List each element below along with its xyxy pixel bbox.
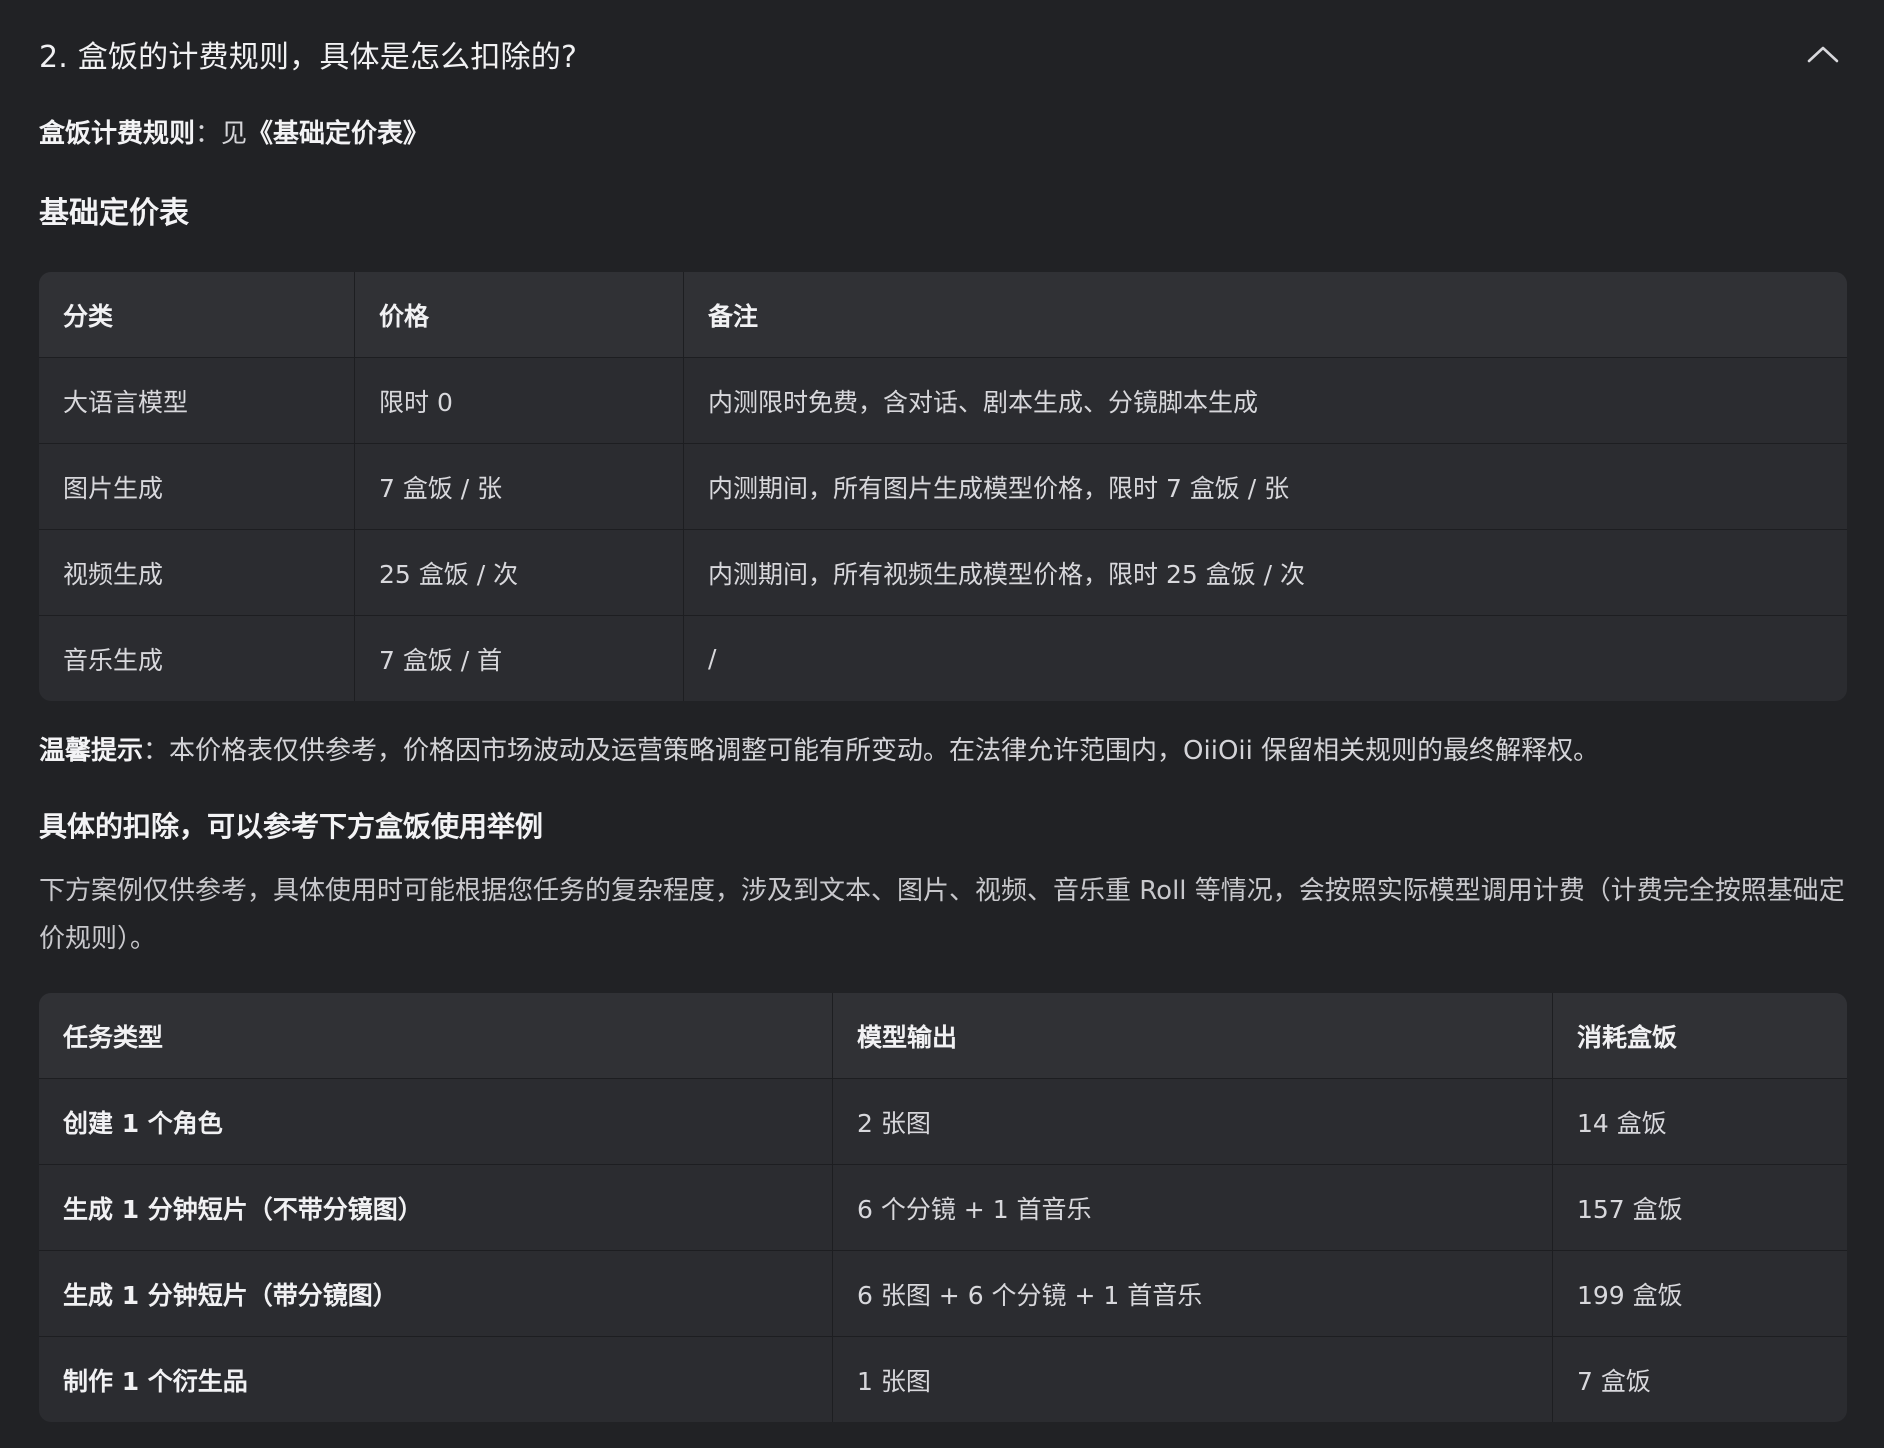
billing-rule-label: 盒饭计费规则 <box>39 119 196 149</box>
pricing-category-cell: 视频生成 <box>39 530 355 616</box>
table-row: 制作 1 个衍生品 1 张图 7 盒饭 <box>39 1337 1847 1422</box>
table-row: 图片生成 7 盒饭 / 张 内测期间，所有图片生成模型价格，限时 7 盒饭 / … <box>39 444 1847 530</box>
faq-header[interactable]: 2. 盒饭的计费规则，具体是怎么扣除的? <box>39 0 1847 108</box>
table-row: 创建 1 个角色 2 张图 14 盒饭 <box>39 1079 1847 1165</box>
examples-header-row: 任务类型 模型输出 消耗盒饭 <box>39 993 1847 1079</box>
billing-rule-colon: ： <box>195 119 222 149</box>
examples-header-task: 任务类型 <box>39 993 833 1079</box>
examples-title: 具体的扣除，可以参考下方盒饭使用举例 <box>39 810 544 843</box>
warm-tip: 温馨提示：本价格表仅供参考，价格因市场波动及运营策略调整可能有所变动。在法律允许… <box>39 731 1847 771</box>
pricing-price-cell: 7 盒饭 / 张 <box>355 444 684 530</box>
pricing-header-price: 价格 <box>355 272 684 358</box>
chevron-up-icon[interactable] <box>1803 34 1843 74</box>
pricing-header-category: 分类 <box>39 272 355 358</box>
example-task-cell: 生成 1 分钟短片（不带分镜图） <box>39 1165 833 1251</box>
pricing-header-row: 分类 价格 备注 <box>39 272 1847 358</box>
example-output-cell: 2 张图 <box>833 1079 1553 1165</box>
warm-tip-colon: ： <box>143 736 170 766</box>
warm-tip-label: 温馨提示 <box>39 736 144 766</box>
example-output-cell: 6 个分镜 + 1 首音乐 <box>833 1165 1553 1251</box>
pricing-note-cell: 内测期间，所有视频生成模型价格，限时 25 盒饭 / 次 <box>684 530 1847 616</box>
example-task-cell: 创建 1 个角色 <box>39 1079 833 1165</box>
warm-tip-text: 本价格表仅供参考，价格因市场波动及运营策略调整可能有所变动。在法律允许范围内，O… <box>169 736 1600 766</box>
examples-header-cost: 消耗盒饭 <box>1553 993 1847 1079</box>
pricing-price-cell: 限时 0 <box>355 358 684 444</box>
table-row: 视频生成 25 盒饭 / 次 内测期间，所有视频生成模型价格，限时 25 盒饭 … <box>39 530 1847 616</box>
example-output-cell: 1 张图 <box>833 1337 1553 1422</box>
pricing-table-title: 基础定价表 <box>39 196 189 231</box>
pricing-price-cell: 25 盒饭 / 次 <box>355 530 684 616</box>
examples-header-output: 模型输出 <box>833 993 1553 1079</box>
billing-rule-line: 盒饭计费规则：见《基础定价表》 <box>39 114 1847 154</box>
table-row: 生成 1 分钟短片（不带分镜图） 6 个分镜 + 1 首音乐 157 盒饭 <box>39 1165 1847 1251</box>
pricing-table: 分类 价格 备注 大语言模型 限时 0 内测限时免费，含对话、剧本生成、分镜脚本… <box>39 272 1847 701</box>
example-output-cell: 6 张图 + 6 个分镜 + 1 首音乐 <box>833 1251 1553 1337</box>
example-cost-cell: 14 盒饭 <box>1553 1079 1847 1165</box>
pricing-category-cell: 音乐生成 <box>39 616 355 701</box>
pricing-note-cell: 内测限时免费，含对话、剧本生成、分镜脚本生成 <box>684 358 1847 444</box>
pricing-category-cell: 图片生成 <box>39 444 355 530</box>
table-row: 音乐生成 7 盒饭 / 首 / <box>39 616 1847 701</box>
pricing-header-note: 备注 <box>684 272 1847 358</box>
usage-examples-table: 任务类型 模型输出 消耗盒饭 创建 1 个角色 2 张图 14 盒饭 生成 1 … <box>39 993 1847 1422</box>
example-cost-cell: 157 盒饭 <box>1553 1165 1847 1251</box>
example-task-cell: 生成 1 分钟短片（带分镜图） <box>39 1251 833 1337</box>
pricing-note-cell: 内测期间，所有图片生成模型价格，限时 7 盒饭 / 张 <box>684 444 1847 530</box>
billing-rule-prefix: 见 <box>221 119 248 149</box>
examples-description: 下方案例仅供参考，具体使用时可能根据您任务的复杂程度，涉及到文本、图片、视频、音… <box>39 876 1845 954</box>
pricing-note-cell: / <box>708 644 717 673</box>
table-row: 生成 1 分钟短片（带分镜图） 6 张图 + 6 个分镜 + 1 首音乐 199… <box>39 1251 1847 1337</box>
example-cost-cell: 199 盒饭 <box>1553 1251 1847 1337</box>
pricing-category-cell: 大语言模型 <box>39 358 355 444</box>
table-row: 大语言模型 限时 0 内测限时免费，含对话、剧本生成、分镜脚本生成 <box>39 358 1847 444</box>
faq-panel: 2. 盒饭的计费规则，具体是怎么扣除的? 盒饭计费规则：见《基础定价表》 基础定… <box>39 0 1847 1422</box>
example-cost-cell: 7 盒饭 <box>1577 1366 1651 1396</box>
example-task-cell: 制作 1 个衍生品 <box>39 1337 833 1422</box>
pricing-price-cell: 7 盒饭 / 首 <box>355 616 684 701</box>
faq-question[interactable]: 2. 盒饭的计费规则，具体是怎么扣除的? <box>39 32 577 76</box>
pricing-table-link: 《基础定价表》 <box>247 119 430 149</box>
